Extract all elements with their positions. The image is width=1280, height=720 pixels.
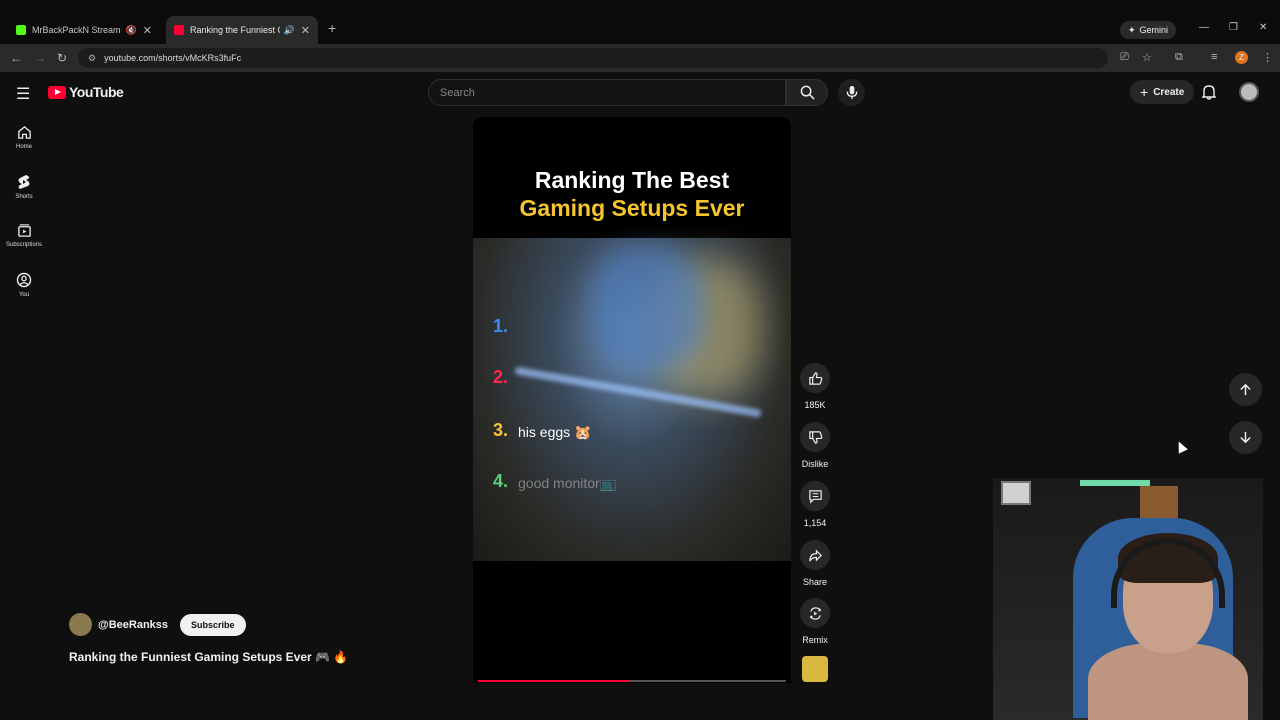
subscriptions-icon: [17, 224, 31, 237]
close-tab-icon[interactable]: ✕: [143, 24, 152, 37]
video-title-line1: Ranking The Best: [534, 167, 730, 193]
minimize-window-button[interactable]: —: [1199, 22, 1209, 33]
share-label: Share: [802, 577, 828, 587]
search-placeholder: Search: [440, 86, 475, 99]
youtube-logo[interactable]: YouTube: [48, 84, 124, 100]
remix-icon: [809, 606, 821, 620]
youtube-favicon-icon: [174, 25, 184, 35]
gemini-button[interactable]: ✦ Gemini: [1120, 21, 1177, 39]
restore-window-button[interactable]: ❐: [1229, 22, 1238, 33]
site-info-icon[interactable]: ⚙: [88, 53, 96, 64]
video-frame: 1. 2. 3. his eggs 🐹 4. good monitor📺: [473, 238, 791, 561]
browser-menu-icon[interactable]: ⋮: [1262, 51, 1273, 64]
bookmark-star-icon[interactable]: ☆: [1142, 51, 1152, 64]
mute-icon[interactable]: 🔇: [126, 25, 137, 36]
like-count: 185K: [804, 400, 826, 410]
short-video-player[interactable]: Ranking The Best Gaming Setups Ever 1. 2…: [473, 117, 791, 683]
dislike-button[interactable]: Dislike: [799, 422, 831, 469]
bell-icon: [1202, 85, 1216, 100]
sidebar-label: Home: [15, 144, 32, 150]
mouse-cursor-icon: [1174, 439, 1188, 454]
gemini-sparkle-icon: ✦: [1128, 24, 1136, 35]
account-avatar[interactable]: [1239, 82, 1259, 102]
youtube-logo-text: YouTube: [69, 84, 124, 100]
rank-number: 1.: [493, 316, 509, 336]
share-button[interactable]: Share: [799, 540, 831, 587]
short-description: Ranking the Funniest Gaming Setups Ever …: [69, 650, 349, 664]
thumbs-down-icon: [808, 430, 822, 444]
tab-title: Ranking the Funniest Gami: [190, 25, 280, 35]
install-app-icon[interactable]: ⎚: [1120, 51, 1129, 64]
video-title-line2: Gaming Setups Ever: [519, 195, 745, 221]
url-text: youtube.com/shorts/vMcKRs3fuFc: [104, 53, 242, 63]
previous-short-button[interactable]: [1229, 373, 1262, 406]
media-controls-icon[interactable]: ≡: [1211, 51, 1217, 63]
kick-favicon-icon: [16, 25, 26, 35]
close-window-button[interactable]: ✕: [1259, 22, 1267, 33]
forward-button[interactable]: →: [34, 51, 46, 65]
video-progress-bar[interactable]: [478, 680, 786, 682]
like-button[interactable]: 185K: [799, 363, 831, 410]
address-bar[interactable]: ⚙ youtube.com/shorts/vMcKRs3fuFc: [78, 48, 1108, 68]
comment-count: 1,154: [803, 518, 827, 528]
webcam-overlay: [993, 478, 1263, 720]
notifications-button[interactable]: [1202, 84, 1216, 100]
rank-number: 3.: [493, 420, 509, 440]
extensions-icon[interactable]: ⧉: [1175, 51, 1183, 64]
new-tab-button[interactable]: +: [328, 20, 336, 36]
sidebar-label: Shorts: [15, 194, 33, 200]
video-progress-fill: [478, 680, 629, 682]
hamburger-menu-icon[interactable]: ☰: [16, 84, 30, 104]
subscribe-label: Subscribe: [191, 619, 235, 630]
youtube-play-icon: [48, 85, 66, 99]
remix-label: Remix: [802, 635, 828, 645]
create-button[interactable]: + Create: [1130, 80, 1195, 104]
search-button[interactable]: [786, 79, 828, 106]
you-icon: [16, 272, 32, 288]
back-button[interactable]: ←: [10, 51, 22, 65]
audio-playing-icon[interactable]: 🔊: [284, 25, 295, 36]
channel-row: @BeeRankss Subscribe: [69, 613, 246, 636]
search-icon: [800, 85, 815, 100]
sidebar-item-shorts[interactable]: Shorts: [0, 174, 48, 200]
create-label: Create: [1153, 86, 1185, 98]
gemini-label: Gemini: [1139, 25, 1169, 35]
dislike-label: Dislike: [801, 459, 829, 469]
channel-name[interactable]: @BeeRankss: [98, 619, 168, 631]
next-short-button[interactable]: [1229, 421, 1262, 454]
arrow-down-icon: [1240, 431, 1251, 444]
thumbs-up-icon: [808, 371, 822, 385]
microphone-icon: [846, 85, 857, 100]
plus-icon: +: [1140, 84, 1149, 100]
comments-button[interactable]: 1,154: [799, 481, 831, 528]
arrow-up-icon: [1240, 383, 1251, 396]
close-tab-icon[interactable]: ✕: [301, 24, 310, 37]
profile-initial: Z: [1239, 53, 1244, 62]
comment-icon: [808, 489, 822, 504]
sidebar-item-subscriptions[interactable]: Subscriptions: [0, 223, 48, 248]
channel-sound-thumbnail[interactable]: [802, 656, 828, 682]
share-icon: [808, 548, 822, 562]
shorts-icon: [18, 175, 30, 189]
voice-search-button[interactable]: [838, 79, 865, 106]
rank-number: 2.: [493, 367, 509, 387]
tab-title: MrBackPackN Stream - Wa: [32, 25, 122, 35]
sidebar-item-you[interactable]: You: [0, 272, 48, 298]
sidebar-label: Subscriptions: [5, 242, 43, 248]
subscribe-button[interactable]: Subscribe: [180, 613, 246, 636]
remix-button[interactable]: Remix: [799, 598, 831, 645]
home-icon: [17, 126, 31, 139]
tab-mrbackpackn-stream[interactable]: MrBackPackN Stream - Wa 🔇 ✕: [8, 16, 160, 44]
tab-ranking-funniest[interactable]: Ranking the Funniest Gami 🔊 ✕: [166, 16, 318, 44]
profile-avatar[interactable]: Z: [1235, 51, 1248, 64]
channel-avatar[interactable]: [69, 613, 92, 636]
search-input[interactable]: Search: [428, 79, 786, 106]
rank-text: good monitor📺: [518, 475, 618, 491]
rank-text: his eggs 🐹: [518, 424, 592, 440]
sidebar-item-home[interactable]: Home: [0, 125, 48, 150]
rank-number: 4.: [493, 471, 509, 491]
sidebar-label: You: [18, 292, 30, 298]
reload-button[interactable]: ↻: [57, 51, 67, 65]
